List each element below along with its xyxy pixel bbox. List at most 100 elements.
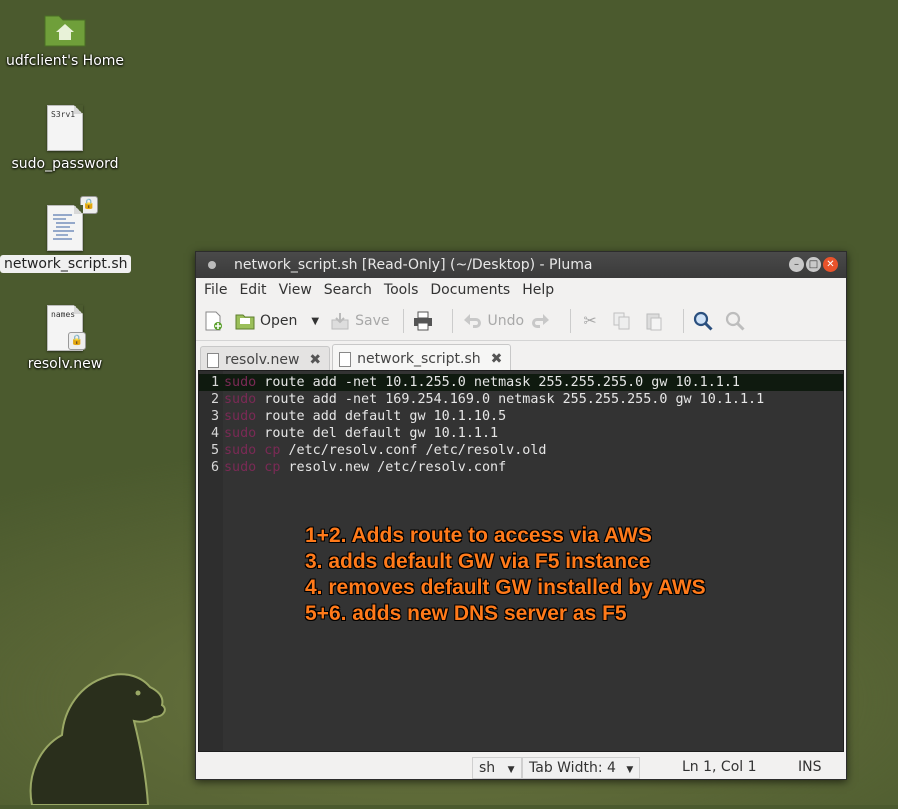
chevron-down-icon: ▼ (626, 765, 634, 775)
code-text: /etc/resolv.conf /etc/resolv.old (280, 443, 547, 458)
close-tab-icon[interactable]: ✖ (491, 351, 503, 367)
code-text: route add default gw 10.1.10.5 (256, 409, 507, 424)
close-tab-icon[interactable]: ✖ (309, 352, 321, 368)
minimize-icon[interactable]: – (789, 257, 804, 272)
maximize-icon[interactable]: □ (806, 257, 821, 272)
desktop-icon-home[interactable]: udfclient's Home (0, 12, 130, 70)
menu-help[interactable]: Help (516, 278, 560, 302)
open-button[interactable]: Open ▼ (234, 310, 319, 332)
undo-button[interactable]: Undo (461, 310, 524, 332)
lock-icon: 🔒 (68, 332, 86, 350)
window-titlebar[interactable]: network_script.sh [Read-Only] (~/Desktop… (196, 252, 846, 278)
language-selector[interactable]: sh ▼ (472, 757, 522, 779)
code-line[interactable]: 6 sudo cp resolv.new /etc/resolv.conf (199, 459, 843, 476)
paste-button[interactable] (643, 310, 669, 332)
line-number: 3 (210, 409, 219, 424)
cut-button[interactable]: ✂ (579, 310, 605, 332)
line-number: 4 (210, 426, 219, 441)
window-menu-icon[interactable] (208, 261, 216, 269)
desktop-icon-label: sudo_password (11, 156, 119, 172)
line-number: 1 (210, 375, 219, 390)
desktop-icon-sudo-password[interactable]: S3rv1 sudo_password (0, 105, 130, 173)
scissors-icon: ✂ (583, 311, 597, 330)
find-replace-button[interactable] (724, 310, 750, 332)
code-keyword: sudo (224, 392, 257, 407)
code-keyword: sudo (224, 426, 257, 441)
menu-tools[interactable]: Tools (378, 278, 425, 302)
toolbar-separator (403, 309, 405, 333)
undo-icon (461, 310, 483, 332)
code-line[interactable]: 4 sudo route del default gw 10.1.1.1 (199, 425, 843, 442)
desktop-icon-resolv-new[interactable]: names 🔒 resolv.new (0, 305, 130, 373)
text-file-icon: names 🔒 (47, 305, 86, 351)
annotation-line: 3. adds default GW via F5 instance (305, 550, 651, 573)
insert-mode: INS (798, 759, 822, 775)
copy-button[interactable] (611, 310, 637, 332)
menubar: File Edit View Search Tools Documents He… (196, 278, 846, 302)
code-line[interactable]: 3 sudo route add default gw 10.1.10.5 (199, 408, 843, 425)
save-label: Save (355, 313, 390, 329)
code-keyword: sudo cp (224, 443, 281, 458)
tab-network-script[interactable]: network_script.sh ✖ (332, 344, 512, 373)
line-number: 2 (210, 392, 219, 407)
save-button[interactable]: Save (329, 310, 389, 332)
line-number: 5 (210, 443, 219, 458)
chevron-down-icon: ▼ (507, 765, 515, 775)
annotation-overlay: 1+2. Adds route to access via AWS 3. add… (305, 523, 706, 627)
lock-icon: 🔒 (80, 196, 98, 214)
paste-icon (643, 310, 665, 332)
redo-button[interactable] (530, 310, 556, 332)
code-keyword: sudo cp (224, 460, 281, 475)
script-file-icon: 🔒 (47, 196, 98, 251)
code-line[interactable]: 5 sudo cp /etc/resolv.conf /etc/resolv.ol… (199, 442, 843, 459)
print-button[interactable] (412, 310, 438, 332)
code-line[interactable]: 2 sudo route add -net 169.254.169.0 netma… (199, 391, 843, 408)
cursor-position: Ln 1, Col 1 (682, 759, 757, 775)
file-preview-text: S3rv1 (51, 110, 76, 119)
undo-label: Undo (487, 313, 525, 329)
text-file-icon: S3rv1 (47, 105, 83, 151)
statusbar: sh ▼ Tab Width: 4 ▼ Ln 1, Col 1 INS (196, 753, 846, 779)
find-button[interactable] (692, 310, 718, 332)
desktop-icon-network-script[interactable]: 🔒 network_script.sh (0, 196, 132, 273)
toolbar-separator (683, 309, 685, 333)
close-icon[interactable]: ✕ (823, 257, 838, 272)
annotation-line: 1+2. Adds route to access via AWS (305, 524, 652, 547)
menu-documents[interactable]: Documents (424, 278, 516, 302)
menu-search[interactable]: Search (318, 278, 378, 302)
tab-resolv-new[interactable]: resolv.new ✖ (200, 346, 331, 373)
menu-file[interactable]: File (198, 278, 233, 302)
text-editor[interactable]: 1 sudo route add -net 10.1.255.0 netmask … (198, 370, 844, 752)
tab-label: network_script.sh (357, 351, 481, 367)
home-folder-icon (43, 12, 87, 48)
code-keyword: sudo (224, 375, 257, 390)
desktop-icon-label: network_script.sh (0, 255, 132, 273)
copy-icon (611, 310, 633, 332)
save-icon (329, 310, 351, 332)
mascot-logo (22, 665, 172, 809)
desktop-icon-label: udfclient's Home (5, 53, 125, 69)
toolbar-separator (570, 309, 572, 333)
code-text: route add -net 169.254.169.0 netmask 255… (256, 392, 765, 407)
code-text: route del default gw 10.1.1.1 (256, 426, 499, 441)
annotation-line: 4. removes default GW installed by AWS (305, 576, 706, 599)
folder-open-icon (234, 310, 256, 332)
menu-view[interactable]: View (273, 278, 318, 302)
document-icon (339, 351, 352, 367)
find-replace-icon (724, 310, 746, 332)
code-keyword: sudo (224, 409, 257, 424)
code-text: resolv.new /etc/resolv.conf (280, 460, 507, 475)
chevron-down-icon[interactable]: ▼ (311, 316, 319, 327)
printer-icon (412, 310, 434, 332)
open-label: Open (260, 313, 298, 329)
menu-edit[interactable]: Edit (233, 278, 272, 302)
tab-width-selector[interactable]: Tab Width: 4 ▼ (522, 757, 641, 779)
tab-width-label: Tab Width: 4 (529, 760, 616, 776)
toolbar-separator (452, 309, 454, 333)
toolbar: Open ▼ Save Undo ✂ (196, 302, 846, 341)
code-line[interactable]: 1 sudo route add -net 10.1.255.0 netmask … (199, 374, 843, 391)
new-document-icon (202, 310, 224, 332)
file-preview-text: names (51, 310, 76, 319)
tab-label: resolv.new (225, 352, 300, 368)
new-document-button[interactable] (202, 310, 228, 332)
